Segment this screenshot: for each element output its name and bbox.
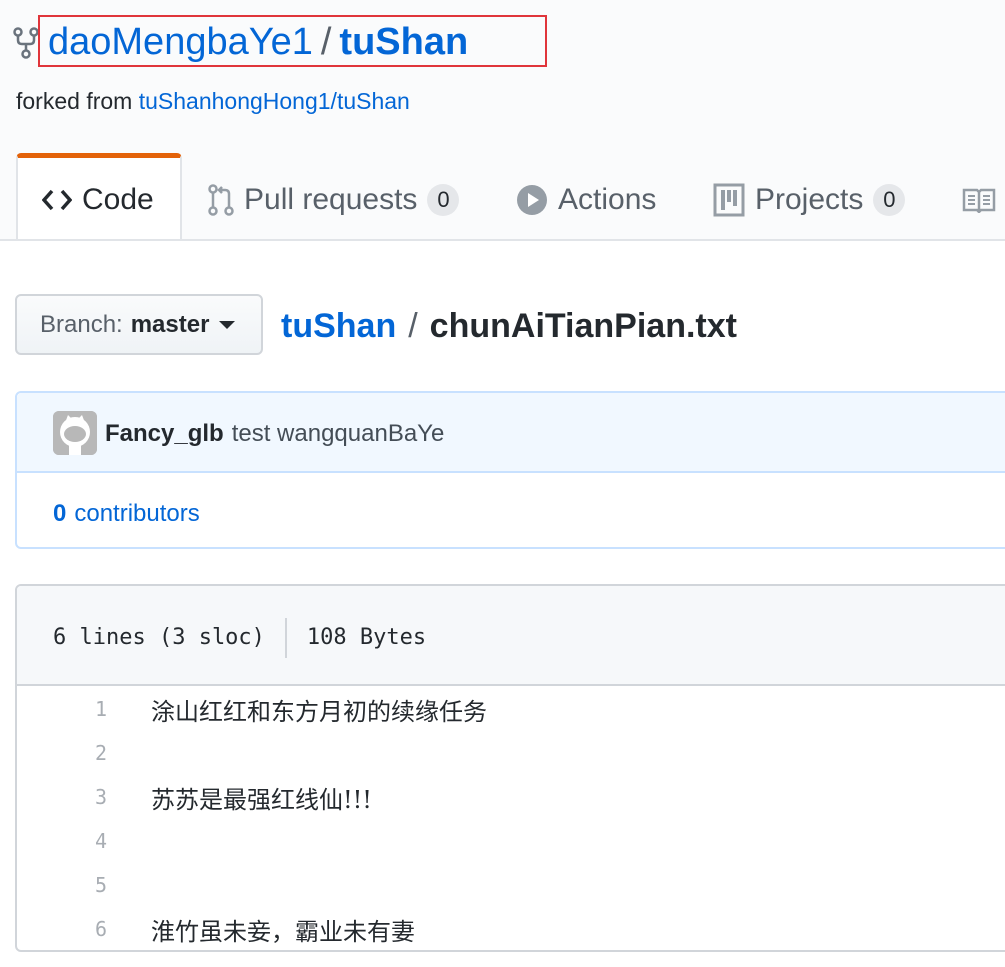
tab-actions-label: Actions [558,183,657,216]
line-content: 涂山红红和东方月初的续缘任务 [151,697,487,726]
repo-owner-link[interactable]: daoMengbaYe1 [48,21,313,63]
line-number[interactable]: 1 [17,697,107,721]
line-number[interactable]: 2 [17,741,107,765]
breadcrumb-separator: / [408,307,418,345]
tab-pull-requests[interactable]: Pull requests 0 [208,160,460,240]
projects-count: 0 [873,184,906,216]
file-header: 6 lines (3 sloc) 108 Bytes [17,586,1005,686]
book-icon [962,188,996,213]
tab-projects-label: Projects [755,183,864,216]
contributors-count: 0 [53,500,67,527]
line-content: 苏苏是最强红线仙!!! [151,785,372,814]
repo-forked-icon [13,27,39,59]
file-info: 6 lines (3 sloc) 108 Bytes [53,618,426,658]
code-line: 4 [17,819,1005,863]
code-line: 2 [17,731,1005,775]
line-number[interactable]: 6 [17,917,107,941]
repo-header: daoMengbaYe1/tuShan forked from tuShanho… [0,0,1005,241]
commit-message-link[interactable]: test wangquanBaYe [232,420,445,447]
file-info-divider [284,618,287,658]
line-content: 淮竹虽未妾，霸业未有妻 [151,917,415,946]
line-number[interactable]: 3 [17,785,107,809]
github-octocat-icon [53,411,97,455]
last-commit: Fancy_glb test wangquanBaYe [105,419,444,449]
code-line: 1 涂山红红和东方月初的续缘任务 [17,687,1005,731]
tab-actions[interactable]: Actions [516,160,656,240]
code-line: 5 [17,863,1005,907]
file-lines-info: 6 lines (3 sloc) [53,625,265,650]
caret-down-icon [219,320,236,329]
line-number[interactable]: 5 [17,873,107,897]
tab-pull-requests-label: Pull requests [244,183,418,216]
forked-from-label: forked from [16,88,133,114]
code-icon [42,189,72,210]
branch-select-button[interactable]: Branch: master [15,294,263,355]
tab-projects[interactable]: Projects 0 [713,160,906,240]
breadcrumb-repo-link[interactable]: tuShan [281,307,396,345]
contributors-label: contributors [74,500,200,527]
tabs-divider [0,239,1005,241]
repo-name-link[interactable]: tuShan [339,21,468,63]
branch-label: Branch: [40,310,123,338]
tab-code[interactable]: Code [16,153,182,241]
play-icon [517,185,547,215]
code-line: 3 苏苏是最强红线仙!!! [17,775,1005,819]
avatar[interactable] [53,411,97,455]
branch-name: master [130,310,210,338]
breadcrumb: tuShan / chunAiTianPian.txt [281,304,737,348]
pull-request-icon [208,184,234,216]
repo-title-highlight: daoMengbaYe1/tuShan [38,15,547,67]
commit-info-box: Fancy_glb test wangquanBaYe 0 contributors [15,391,1005,549]
project-icon [713,183,745,217]
repo-title-separator: / [320,21,332,63]
file-viewer: 6 lines (3 sloc) 108 Bytes 1 涂山红红和东方月初的续… [15,584,1005,952]
contributors-link[interactable]: 0 contributors [53,499,200,529]
breadcrumb-file-name: chunAiTianPian.txt [429,307,737,345]
commit-author-link[interactable]: Fancy_glb [105,420,224,447]
commit-header: Fancy_glb test wangquanBaYe [17,393,1005,473]
tab-code-label: Code [82,182,154,216]
tab-wiki[interactable] [962,160,1005,240]
forked-from-link[interactable]: tuShanhongHong1/tuShan [139,88,410,114]
code-line: 6 淮竹虽未妾，霸业未有妻 [17,907,1005,950]
file-size: 108 Bytes [306,625,427,650]
pull-requests-count: 0 [427,184,460,216]
repo-title: daoMengbaYe1/tuShan [48,20,468,64]
forked-from: forked from tuShanhongHong1/tuShan [16,86,410,116]
line-number[interactable]: 4 [17,829,107,853]
